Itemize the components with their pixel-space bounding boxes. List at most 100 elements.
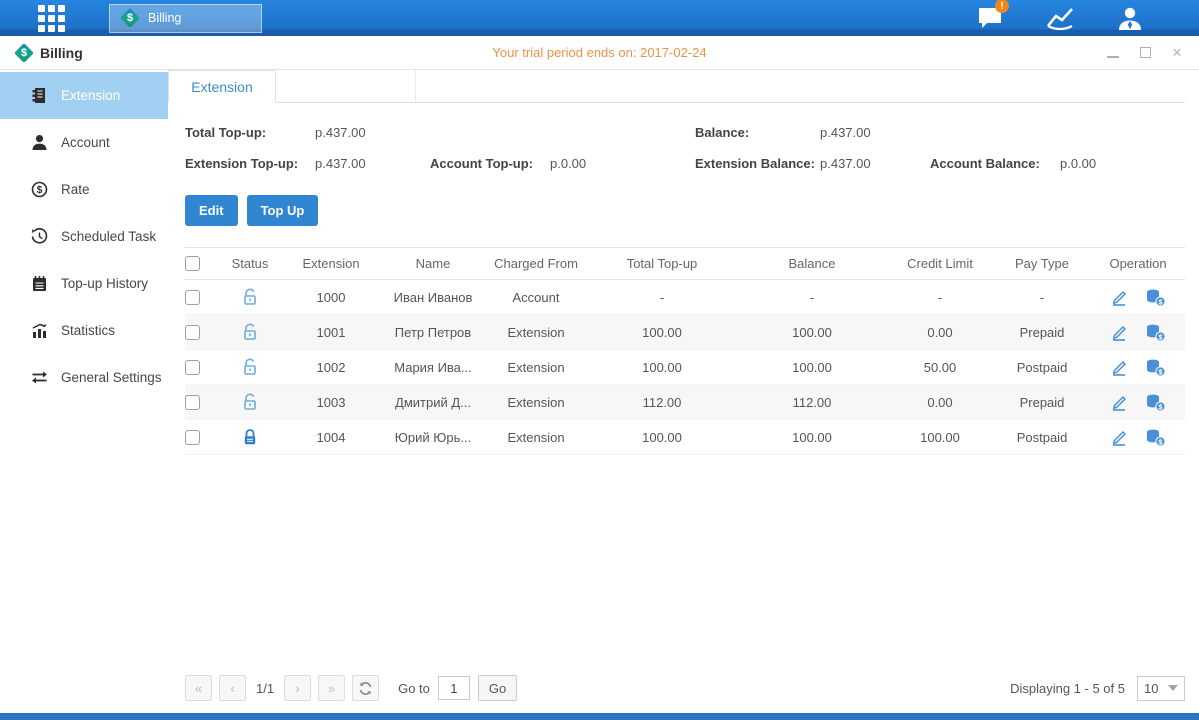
column-header-credit-limit: Credit Limit: [887, 256, 993, 271]
account-person-icon: [30, 134, 48, 152]
cell-extension: 1001: [281, 325, 381, 340]
account-topup-label: Account Top-up:: [430, 156, 533, 171]
topbar: $ Billing !: [0, 0, 1199, 36]
sidebar-item-extension[interactable]: Extension: [0, 72, 168, 119]
prev-page-button[interactable]: ‹: [219, 675, 246, 701]
notification-badge: !: [995, 0, 1009, 13]
row-checkbox[interactable]: [185, 395, 200, 410]
cell-extension: 1002: [281, 360, 381, 375]
pagination-bar: « ‹ 1/1 › » Go to Go Displaying 1 - 5 of…: [168, 675, 1199, 713]
sidebar-item-statistics[interactable]: Statistics: [0, 307, 168, 354]
edit-row-button[interactable]: [1110, 323, 1129, 342]
minimize-button[interactable]: [1105, 45, 1121, 61]
table-header-row: Status Extension Name Charged From Total…: [185, 248, 1185, 280]
edit-row-button[interactable]: [1110, 393, 1129, 412]
topup-row-button[interactable]: $: [1145, 393, 1166, 412]
account-balance-value: p.0.00: [1060, 156, 1096, 171]
cell-balance: 112.00: [737, 395, 887, 410]
window-title-label: Billing: [40, 45, 83, 61]
column-header-extension: Extension: [281, 256, 381, 271]
go-button[interactable]: Go: [478, 675, 517, 701]
topup-history-notebook-icon: [30, 275, 48, 293]
column-header-pay-type: Pay Type: [993, 256, 1091, 271]
unlocked-status-icon: [241, 323, 259, 341]
table-row: 1000 Иван Иванов Account - - - - $: [185, 280, 1185, 315]
row-checkbox[interactable]: [185, 360, 200, 375]
tab-strip-spacer: [276, 70, 416, 102]
tab-extension[interactable]: Extension: [168, 70, 276, 103]
cell-charged-from: Extension: [485, 430, 587, 445]
page-size-select[interactable]: 10: [1137, 676, 1185, 701]
rate-dollar-circle-icon: $: [30, 181, 48, 199]
sidebar-item-rate[interactable]: $ Rate: [0, 166, 168, 213]
edit-row-button[interactable]: [1110, 358, 1129, 377]
refresh-icon: [358, 681, 373, 696]
cell-pay-type: -: [993, 290, 1091, 305]
select-all-checkbox[interactable]: [185, 256, 200, 271]
cell-charged-from: Extension: [485, 395, 587, 410]
close-icon: ×: [1172, 44, 1182, 61]
row-checkbox[interactable]: [185, 430, 200, 445]
extension-topup-label: Extension Top-up:: [185, 156, 298, 171]
last-page-button[interactable]: »: [318, 675, 345, 701]
cell-balance: 100.00: [737, 430, 887, 445]
cell-pay-type: Postpaid: [993, 360, 1091, 375]
coins-topup-icon: $: [1145, 358, 1166, 377]
topup-row-button[interactable]: $: [1145, 288, 1166, 307]
topup-button[interactable]: Top Up: [247, 195, 319, 226]
column-header-name: Name: [381, 256, 485, 271]
pencil-edit-icon: [1110, 428, 1129, 447]
cell-total-topup: 100.00: [587, 360, 737, 375]
balance-label: Balance:: [695, 125, 749, 140]
statistics-bar-chart-icon: [30, 322, 48, 340]
cell-name: Иван Иванов: [381, 290, 485, 305]
edit-button[interactable]: Edit: [185, 195, 238, 226]
billing-dollar-diamond-icon: $: [14, 43, 34, 63]
close-button[interactable]: ×: [1169, 45, 1185, 61]
sidebar-item-topup-history[interactable]: Top-up History: [0, 260, 168, 307]
billing-dollar-diamond-icon: $: [120, 8, 140, 28]
total-topup-label: Total Top-up:: [185, 125, 266, 140]
user-menu-button[interactable]: [1113, 5, 1147, 31]
sidebar-item-scheduled-task[interactable]: Scheduled Task: [0, 213, 168, 260]
sidebar-item-account[interactable]: Account: [0, 119, 168, 166]
column-header-balance: Balance: [737, 256, 887, 271]
balance-value: p.437.00: [820, 125, 871, 140]
extension-balance-label: Extension Balance:: [695, 156, 815, 171]
topup-row-button[interactable]: $: [1145, 428, 1166, 447]
topup-row-button[interactable]: $: [1145, 358, 1166, 377]
pencil-edit-icon: [1110, 358, 1129, 377]
cell-extension: 1000: [281, 290, 381, 305]
refresh-button[interactable]: [352, 675, 379, 701]
statistics-topbar-button[interactable]: [1043, 5, 1077, 31]
edit-row-button[interactable]: [1110, 428, 1129, 447]
sidebar-item-general-settings[interactable]: General Settings: [0, 354, 168, 401]
first-page-button[interactable]: «: [185, 675, 212, 701]
sidebar-item-label: Top-up History: [61, 276, 148, 291]
cell-total-topup: 100.00: [587, 430, 737, 445]
sidebar-item-label: Rate: [61, 182, 90, 197]
cell-balance: 100.00: [737, 360, 887, 375]
unlocked-status-icon: [241, 393, 259, 411]
svg-text:$: $: [36, 185, 42, 196]
row-checkbox[interactable]: [185, 325, 200, 340]
row-checkbox[interactable]: [185, 290, 200, 305]
coins-topup-icon: $: [1145, 428, 1166, 447]
edit-row-button[interactable]: [1110, 288, 1129, 307]
cell-extension: 1004: [281, 430, 381, 445]
maximize-button[interactable]: [1137, 45, 1153, 61]
topbar-billing-tab[interactable]: $ Billing: [109, 4, 262, 33]
account-topup-value: p.0.00: [550, 156, 586, 171]
notifications-button[interactable]: !: [973, 5, 1007, 31]
goto-page-input[interactable]: [438, 676, 470, 700]
next-page-button[interactable]: ›: [284, 675, 311, 701]
apps-grid-icon[interactable]: [38, 5, 65, 32]
coins-topup-icon: $: [1145, 393, 1166, 412]
pencil-edit-icon: [1110, 288, 1129, 307]
coins-topup-icon: $: [1145, 288, 1166, 307]
topbar-billing-tab-label: Billing: [148, 11, 181, 25]
cell-total-topup: 112.00: [587, 395, 737, 410]
coins-topup-icon: $: [1145, 323, 1166, 342]
sidebar-item-label: Statistics: [61, 323, 115, 338]
topup-row-button[interactable]: $: [1145, 323, 1166, 342]
